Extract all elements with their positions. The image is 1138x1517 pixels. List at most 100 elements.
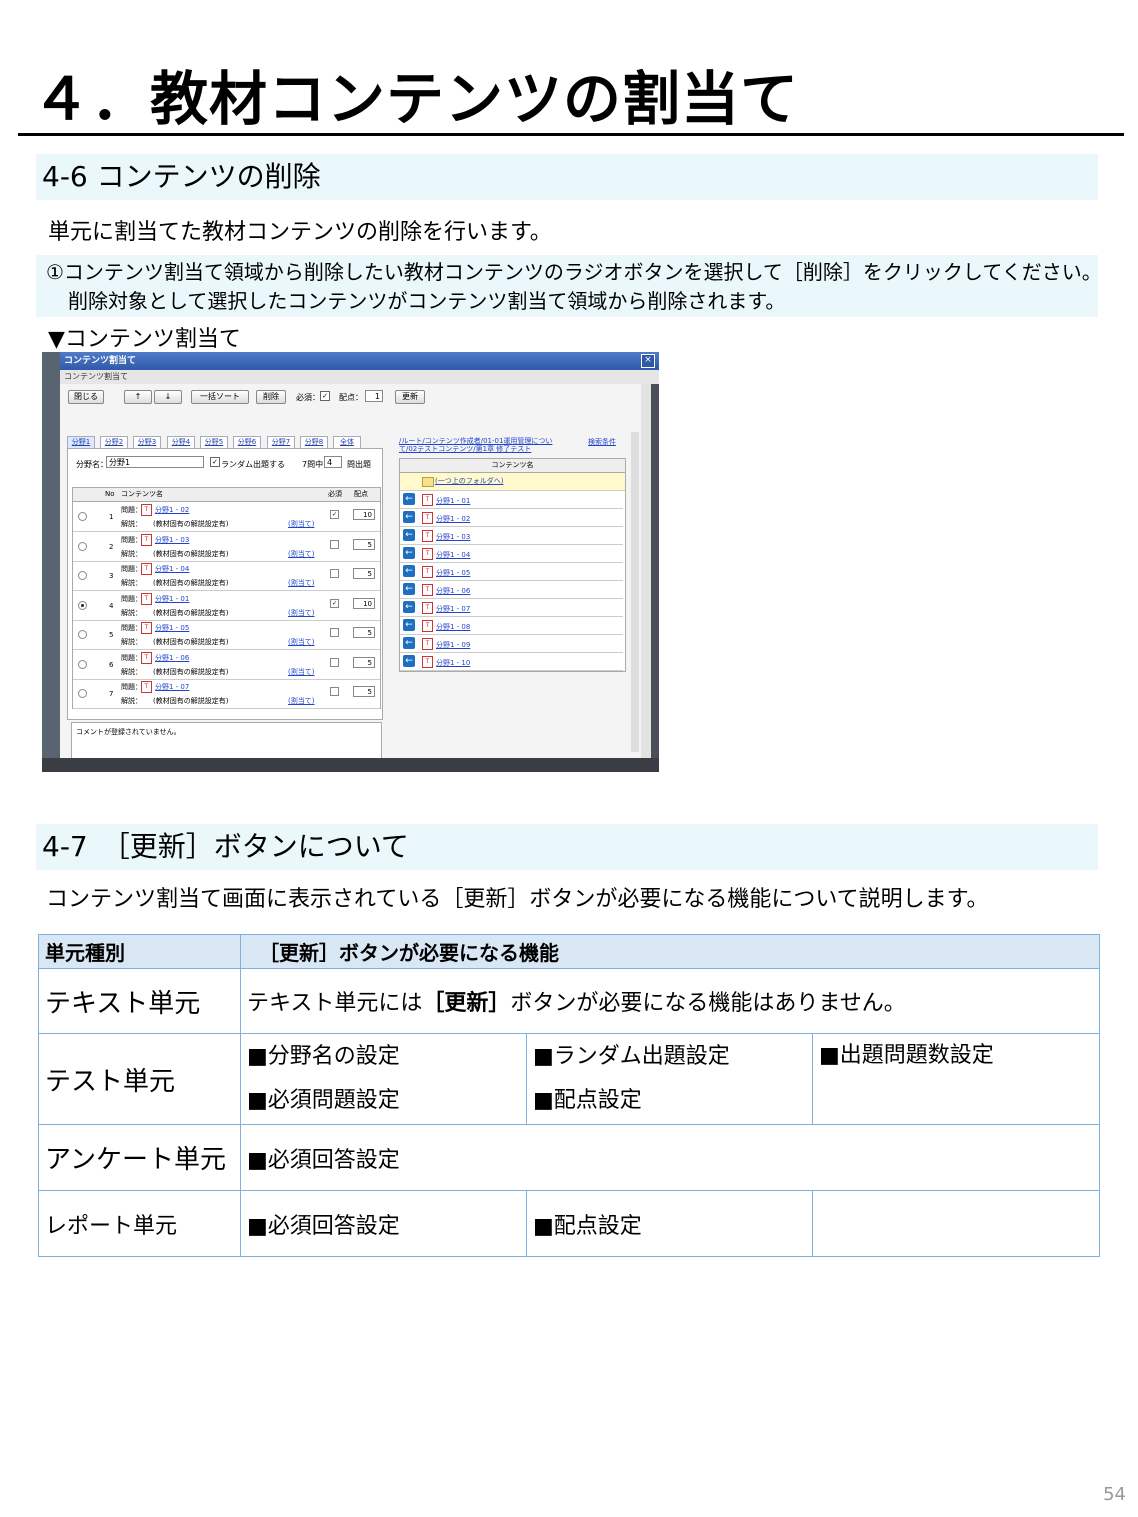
required-row-checkbox[interactable] — [330, 657, 339, 667]
content-link[interactable]: 分野1 - 07 — [155, 682, 189, 692]
radio-button[interactable] — [78, 512, 87, 521]
content-item-link[interactable]: 分野1 - 05 — [436, 568, 470, 578]
answer-text: (教材固有の解説設定有) — [153, 549, 229, 558]
radio-button[interactable] — [78, 689, 87, 698]
breadcrumb[interactable]: /ルート/コンテンツ作成者/01-01運用管理につい て/02テストコンテンツ/… — [399, 437, 552, 453]
comment-text: コメントが登録されていません。 — [76, 728, 181, 736]
arrow-left-icon[interactable]: ← — [403, 637, 415, 649]
file-icon: T — [422, 494, 433, 506]
arrow-left-icon[interactable]: ← — [403, 565, 415, 577]
test-item-points: ■配点設定 — [533, 1088, 642, 1113]
breadcrumb-line-1[interactable]: /ルート/コンテンツ作成者/01-01運用管理につい — [399, 437, 552, 445]
assign-link[interactable]: (割当て) — [288, 519, 314, 529]
required-checkbox[interactable]: ✓ — [320, 391, 330, 401]
delete-button[interactable]: 削除 — [256, 390, 286, 404]
required-label: 必須： — [296, 393, 320, 402]
answer-text: (教材固有の解説設定有) — [153, 579, 229, 587]
row-no: 3 — [109, 572, 114, 580]
radio-button[interactable] — [78, 541, 87, 551]
content-item-link[interactable]: 分野1 - 02 — [436, 514, 470, 524]
search-condition-link[interactable]: 検索条件 — [588, 437, 616, 447]
points-row-input[interactable]: 5 — [353, 656, 375, 668]
required-row-checkbox[interactable]: ✓ — [330, 510, 339, 519]
right-scrollbar[interactable] — [631, 432, 639, 752]
points-row-input[interactable]: 5 — [353, 686, 375, 697]
content-item-link[interactable]: 分野1 - 06 — [436, 586, 470, 596]
report-item-required: ■必須回答設定 — [240, 1190, 527, 1257]
unit-report: レポート単元 — [38, 1190, 241, 1257]
arrow-left-icon[interactable]: ← — [403, 511, 415, 523]
content-link[interactable]: 分野1 - 02 — [155, 505, 189, 515]
required-row-checkbox[interactable]: ✓ — [330, 598, 339, 608]
content-link[interactable]: 分野1 - 04 — [155, 564, 189, 574]
arrow-left-icon[interactable]: ← — [403, 583, 415, 595]
test-col-1: ■分野名の設定 ■必須問題設定 — [240, 1033, 527, 1125]
points-row-input[interactable]: 10 — [353, 597, 375, 609]
arrow-left-icon[interactable]: ← — [403, 493, 415, 505]
required-row-checkbox[interactable] — [330, 687, 339, 696]
parent-folder-link[interactable]: (一つ上のフォルダへ) — [435, 473, 503, 490]
content-item-link[interactable]: 分野1 - 04 — [436, 550, 470, 560]
close-button[interactable]: 閉じる — [68, 390, 104, 404]
content-item-link[interactable]: 分野1 - 07 — [436, 604, 470, 614]
answer-label: 解説： — [121, 549, 142, 558]
question-label: 問題： — [121, 594, 142, 603]
survey-item-required: ■必須回答設定 — [239, 1124, 1101, 1191]
list-item: ← T 分野1 - 01 — [400, 491, 623, 509]
required-row-checkbox[interactable] — [330, 628, 339, 637]
radio-button[interactable] — [78, 659, 87, 669]
close-icon[interactable]: × — [641, 354, 655, 368]
points-row-input[interactable]: 5 — [353, 627, 375, 638]
points-row-input[interactable]: 10 — [353, 509, 375, 520]
required-row-checkbox[interactable] — [330, 569, 339, 578]
file-icon: T — [422, 566, 433, 578]
list-item: ← T 分野1 - 06 — [400, 581, 623, 599]
arrow-left-icon[interactable]: ← — [403, 547, 415, 559]
assign-link[interactable]: (割当て) — [288, 578, 314, 588]
content-link[interactable]: 分野1 - 01 — [155, 594, 189, 604]
section-heading-4-6: 4-6 コンテンツの削除 — [36, 154, 1098, 200]
count-select[interactable]: 4 — [324, 456, 342, 468]
random-checkbox[interactable]: ✓ — [210, 457, 220, 467]
field-name-input[interactable]: 分野1 — [106, 456, 204, 468]
arrow-left-icon[interactable]: ← — [403, 655, 415, 667]
content-item-link[interactable]: 分野1 - 10 — [436, 658, 470, 668]
content-item-link[interactable]: 分野1 - 03 — [436, 532, 470, 542]
row-no: 2 — [109, 542, 114, 551]
breadcrumb-line-2[interactable]: て/02テストコンテンツ/第1章 修了テスト — [399, 445, 552, 453]
text-unit-post: ボタンが必要になる機能はありません。 — [510, 991, 906, 1016]
points-row-input[interactable]: 5 — [353, 538, 375, 550]
bulk-sort-button[interactable]: 一括ソート — [191, 390, 249, 404]
outer-scrollbar[interactable] — [641, 384, 651, 772]
section-4-7-intro: コンテンツ割当て画面に表示されている［更新］ボタンが必要になる機能について説明し… — [46, 887, 989, 912]
points-row-input[interactable]: 5 — [353, 568, 375, 579]
arrow-left-icon[interactable]: ← — [403, 619, 415, 631]
move-down-button[interactable]: ↓ — [154, 390, 182, 404]
content-link[interactable]: 分野1 - 06 — [155, 653, 189, 663]
content-item-link[interactable]: 分野1 - 01 — [436, 496, 470, 506]
assign-link[interactable]: (割当て) — [288, 696, 314, 706]
radio-button[interactable] — [78, 630, 87, 639]
required-row-checkbox[interactable] — [330, 539, 339, 549]
content-link[interactable]: 分野1 - 03 — [155, 535, 189, 545]
assign-link[interactable]: (割当て) — [288, 608, 314, 618]
radio-button[interactable] — [78, 600, 87, 610]
screenshot-caption: ▼コンテンツ割当て — [48, 327, 241, 352]
content-link[interactable]: 分野1 - 05 — [155, 623, 189, 633]
assign-link[interactable]: (割当て) — [288, 667, 314, 677]
assign-link[interactable]: (割当て) — [288, 637, 314, 647]
content-item-link[interactable]: 分野1 - 08 — [436, 622, 470, 632]
header-functions: ［更新］ボタンが必要になる機能 — [239, 934, 1101, 969]
content-item-link[interactable]: 分野1 - 09 — [436, 640, 470, 650]
radio-button[interactable] — [78, 571, 87, 580]
parent-folder-row[interactable]: (一つ上のフォルダへ) — [400, 473, 625, 491]
answer-label: 解説： — [121, 697, 142, 705]
arrow-left-icon[interactable]: ← — [403, 601, 415, 613]
assign-link[interactable]: (割当て) — [288, 549, 314, 559]
arrow-left-icon[interactable]: ← — [403, 529, 415, 541]
file-icon: T — [422, 602, 433, 614]
points-input[interactable]: 1 — [365, 390, 383, 402]
step-instruction-box: ①コンテンツ割当て領域から削除したい教材コンテンツのラジオボタンを選択して［削除… — [36, 255, 1102, 317]
update-button[interactable]: 更新 — [395, 390, 425, 404]
move-up-button[interactable]: ↑ — [124, 390, 152, 404]
